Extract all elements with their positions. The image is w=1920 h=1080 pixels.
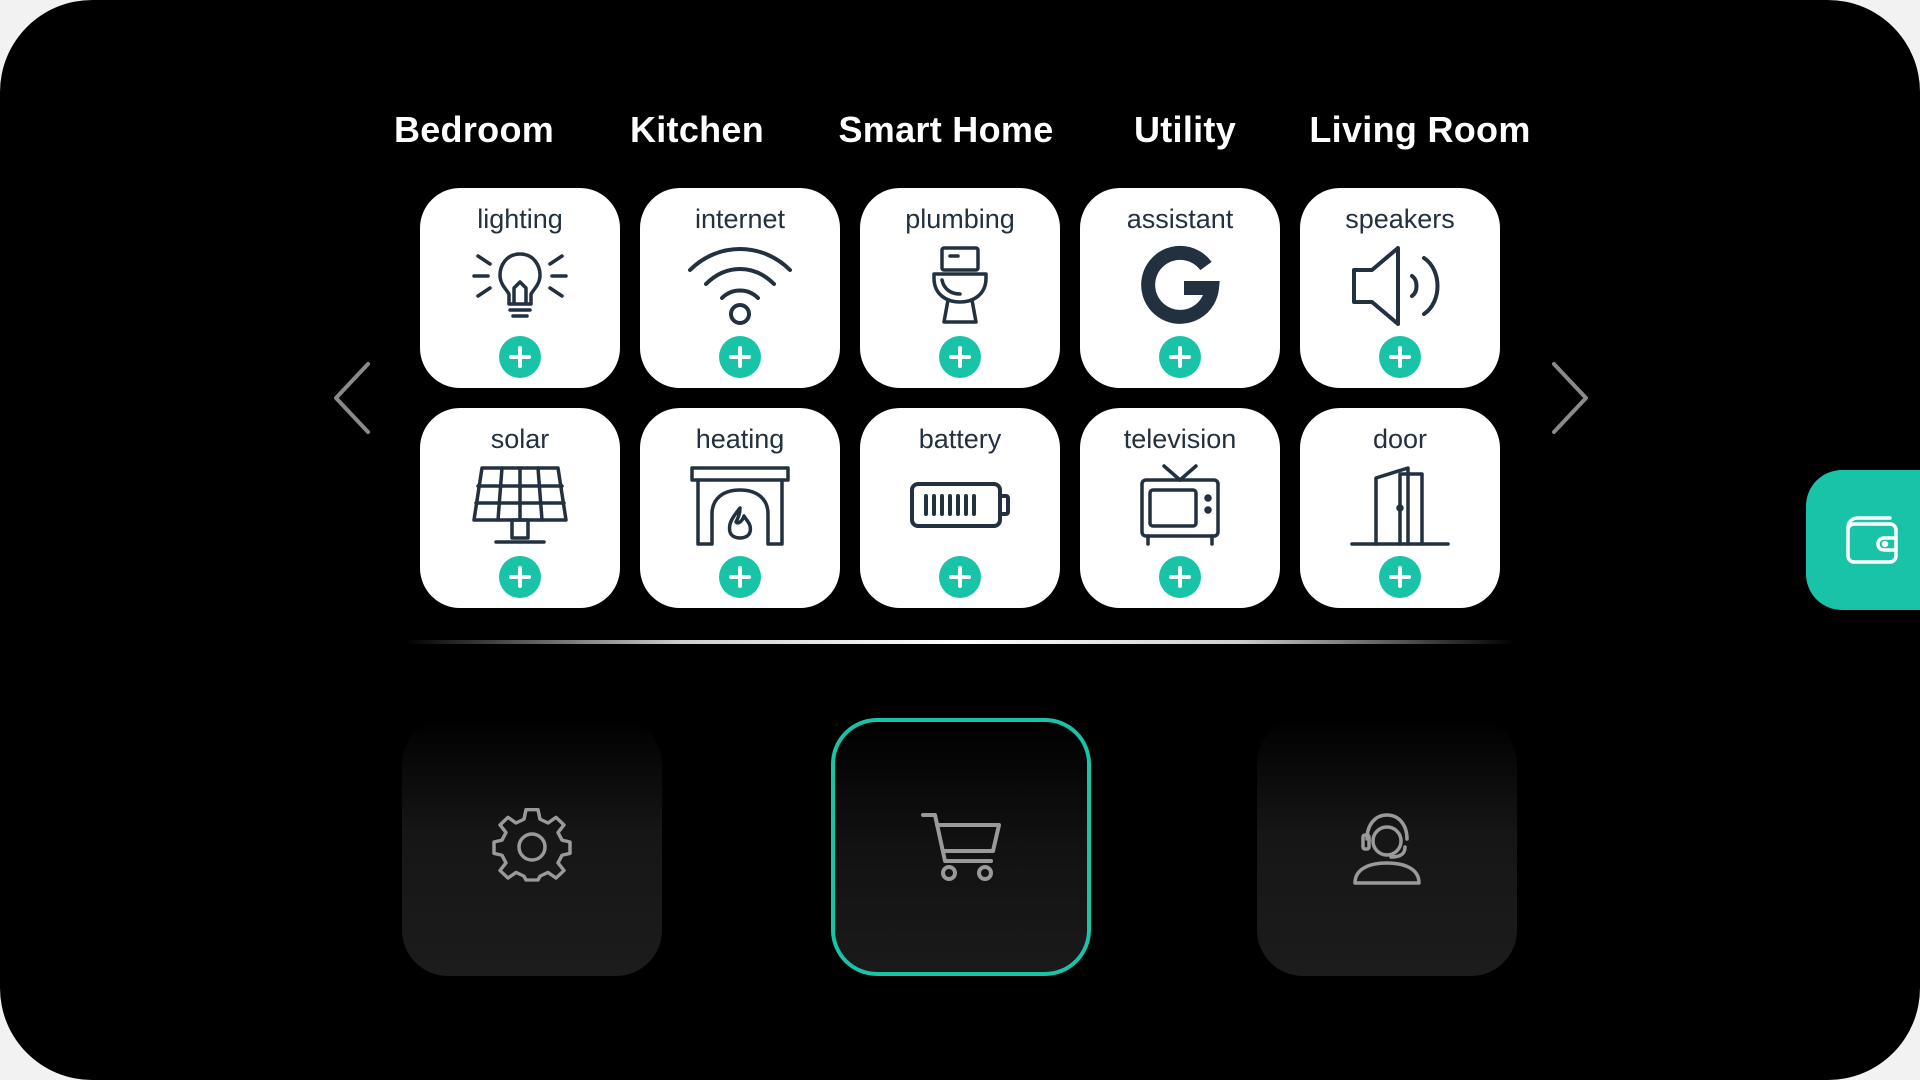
add-button[interactable] bbox=[939, 336, 981, 378]
tile-solar[interactable]: solar bbox=[420, 408, 620, 608]
tile-lighting[interactable]: lighting bbox=[420, 188, 620, 388]
tile-label: television bbox=[1123, 424, 1237, 454]
gear-icon bbox=[492, 807, 572, 887]
add-button[interactable] bbox=[719, 556, 761, 598]
divider bbox=[405, 640, 1515, 644]
tile-label: speakers bbox=[1345, 204, 1455, 234]
google-icon bbox=[1128, 244, 1232, 328]
lightbulb-icon bbox=[468, 244, 572, 328]
category-tab-living-room[interactable]: Living Room bbox=[1309, 102, 1530, 158]
tile-door[interactable]: door bbox=[1300, 408, 1500, 608]
tile-internet[interactable]: internet bbox=[640, 188, 840, 388]
tile-heating[interactable]: heating bbox=[640, 408, 840, 608]
add-button[interactable] bbox=[499, 336, 541, 378]
tile-speakers[interactable]: speakers bbox=[1300, 188, 1500, 388]
add-button[interactable] bbox=[1159, 336, 1201, 378]
next-page-button[interactable] bbox=[1544, 358, 1594, 438]
door-icon bbox=[1348, 464, 1452, 548]
prev-page-button[interactable] bbox=[328, 358, 378, 438]
tile-label: lighting bbox=[477, 204, 563, 234]
tile-television[interactable]: television bbox=[1080, 408, 1280, 608]
tile-label: plumbing bbox=[905, 204, 1015, 234]
category-tabs: Bedroom Kitchen Smart Home Utility Livin… bbox=[0, 102, 1920, 158]
wallet-icon bbox=[1846, 516, 1898, 564]
tile-assistant[interactable]: assistant bbox=[1080, 188, 1280, 388]
category-tab-smart-home[interactable]: Smart Home bbox=[838, 102, 1053, 158]
wifi-icon bbox=[688, 244, 792, 328]
category-tab-bedroom[interactable]: Bedroom bbox=[394, 102, 554, 158]
wallet-tab[interactable] bbox=[1806, 470, 1920, 610]
support-agent-icon bbox=[1347, 807, 1427, 887]
chevron-right-icon bbox=[1552, 362, 1588, 434]
chevron-left-icon bbox=[334, 362, 370, 434]
tile-label: heating bbox=[695, 424, 785, 454]
category-tab-utility[interactable]: Utility bbox=[1134, 102, 1236, 158]
cart-icon bbox=[921, 807, 1001, 887]
settings-button[interactable] bbox=[402, 718, 662, 976]
add-button[interactable] bbox=[719, 336, 761, 378]
cart-button[interactable] bbox=[831, 718, 1091, 976]
fireplace-icon bbox=[688, 464, 792, 548]
tile-label: solar bbox=[490, 424, 550, 454]
add-button[interactable] bbox=[499, 556, 541, 598]
battery-icon bbox=[908, 464, 1012, 548]
add-button[interactable] bbox=[939, 556, 981, 598]
add-button[interactable] bbox=[1379, 556, 1421, 598]
category-tab-kitchen[interactable]: Kitchen bbox=[630, 102, 764, 158]
tile-label: internet bbox=[694, 204, 786, 234]
support-button[interactable] bbox=[1257, 718, 1517, 976]
app-screen: Bedroom Kitchen Smart Home Utility Livin… bbox=[0, 0, 1920, 1080]
tile-label: battery bbox=[918, 424, 1002, 454]
tile-label: assistant bbox=[1126, 204, 1234, 234]
speaker-icon bbox=[1348, 244, 1452, 328]
device-grid: lighting internet plumbing assistant spe… bbox=[420, 188, 1500, 608]
tile-battery[interactable]: battery bbox=[860, 408, 1060, 608]
tile-plumbing[interactable]: plumbing bbox=[860, 188, 1060, 388]
television-icon bbox=[1128, 464, 1232, 548]
add-button[interactable] bbox=[1159, 556, 1201, 598]
tile-label: door bbox=[1372, 424, 1428, 454]
add-button[interactable] bbox=[1379, 336, 1421, 378]
toilet-icon bbox=[908, 244, 1012, 328]
solar-panel-icon bbox=[468, 464, 572, 548]
